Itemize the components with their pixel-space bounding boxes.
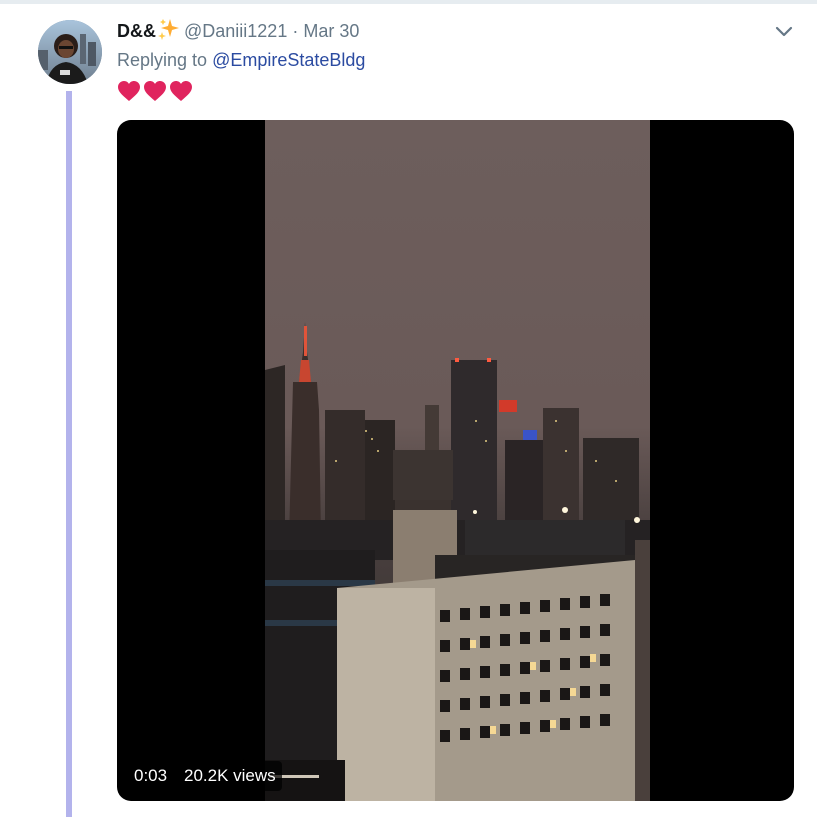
view-count: 20.2K views [178,761,282,791]
display-name[interactable]: D&& [117,21,156,42]
replying-to: Replying to @EmpireStateBldg [117,50,365,71]
user-handle[interactable]: @Daniii1221 [184,21,287,42]
separator-dot: · [292,20,299,41]
tweet-container: D&& @Daniii1221 · Mar 30 Replying to @Em… [0,0,817,817]
heart-icon [170,81,192,101]
tweet-header: D&& @Daniii1221 · Mar 30 [117,18,359,44]
avatar[interactable] [38,20,102,84]
divider [0,0,817,4]
heart-icon [144,81,166,101]
heart-icon [118,81,140,101]
tweet-date[interactable]: Mar 30 [303,21,359,42]
sparkle-icon [158,18,180,45]
video-duration: 0:03 [128,761,174,791]
more-options-button[interactable] [772,21,796,43]
thread-line [66,91,72,817]
video-thumbnail [265,120,650,801]
reply-to-link[interactable]: @EmpireStateBldg [212,50,365,70]
video-player[interactable]: 0:03 20.2K views [117,120,794,801]
chevron-down-icon [775,26,793,37]
tweet-text [117,80,193,104]
reply-prefix: Replying to [117,50,208,70]
